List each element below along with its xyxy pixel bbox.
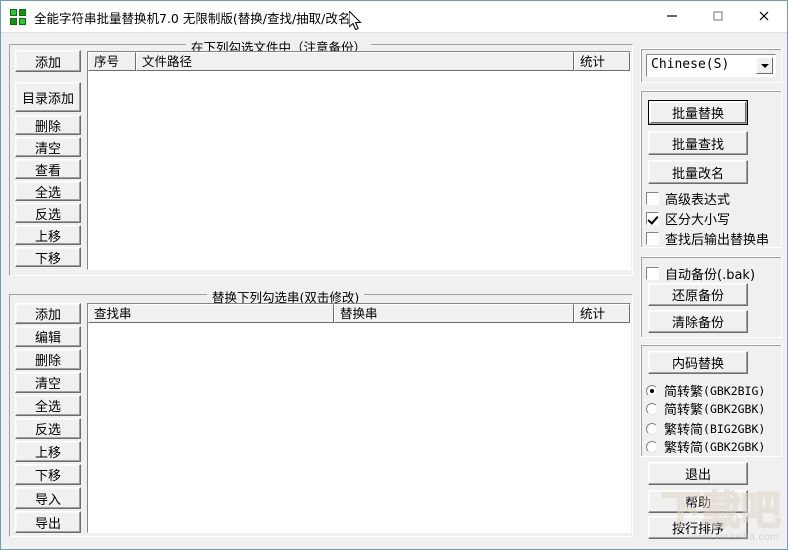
encoding-radio-gbk2gbk-s2t-code: (GBK2GBK) xyxy=(703,401,766,416)
string-move-down-button[interactable]: 下移 xyxy=(15,464,81,485)
radio-circle xyxy=(646,440,658,453)
chevron-down-icon[interactable] xyxy=(756,57,773,74)
option-auto-backup-label: 自动备份(.bak) xyxy=(665,268,756,283)
option-output-after-find[interactable]: 查找后输出替换串 xyxy=(646,229,769,248)
language-select[interactable]: Chinese(S) xyxy=(646,54,776,77)
option-case-sensitive[interactable]: 区分大小写 xyxy=(646,209,730,228)
encoding-radio-big2gbk[interactable]: 繁转简 (BIG2GBK) xyxy=(646,419,765,438)
file-add-button[interactable]: 添加 xyxy=(15,50,81,72)
encoding-radio-gbk2gbk-t2s-code: (GBK2GBK) xyxy=(703,439,766,454)
batch-replace-button[interactable]: 批量替换 xyxy=(648,100,748,125)
string-export-button[interactable]: 导出 xyxy=(15,511,81,533)
encoding-radio-gbk2gbk-t2s[interactable]: 繁转简 (GBK2GBK) xyxy=(646,437,765,456)
exit-button[interactable]: 退出 xyxy=(648,462,748,485)
replace-list-body[interactable] xyxy=(88,323,630,532)
file-add-folder-button[interactable]: 目录添加 xyxy=(15,82,81,112)
app-clover-icon xyxy=(10,9,26,25)
encoding-radio-gbk2gbk-s2t[interactable]: 简转繁 (GBK2GBK) xyxy=(646,399,765,418)
close-icon[interactable] xyxy=(741,1,787,31)
application-window: 全能字符串批量替换机7.0 无限制版(替换/查找/抽取/改名) 在下列勾选文件中… xyxy=(0,0,788,550)
string-delete-button[interactable]: 删除 xyxy=(15,349,81,370)
file-list-body[interactable] xyxy=(88,71,630,269)
encoding-radio-gbk2big-code: (GBK2BIG) xyxy=(703,383,766,398)
encoding-radio-big2gbk-cn: 繁转简 xyxy=(664,423,704,438)
file-column-count[interactable]: 统计 xyxy=(574,52,630,71)
maximize-icon[interactable] xyxy=(695,1,741,31)
encoding-radio-gbk2gbk-s2t-cn: 简转繁 xyxy=(664,403,704,418)
file-clear-button[interactable]: 清空 xyxy=(15,137,81,157)
file-delete-button[interactable]: 删除 xyxy=(15,115,81,135)
replace-list[interactable]: 查找串 替换串 统计 xyxy=(87,303,631,533)
string-clear-button[interactable]: 清空 xyxy=(15,372,81,393)
radio-circle xyxy=(646,384,658,397)
file-view-button[interactable]: 查看 xyxy=(15,159,81,179)
file-select-all-button[interactable]: 全选 xyxy=(15,181,81,201)
string-invert-selection-button[interactable]: 反选 xyxy=(15,418,81,439)
encoding-radio-gbk2big-cn: 简转繁 xyxy=(664,385,704,400)
replace-column-find[interactable]: 查找串 xyxy=(88,304,334,323)
clear-backup-button[interactable]: 清除备份 xyxy=(648,310,748,333)
radio-circle xyxy=(646,402,658,415)
file-move-down-button[interactable]: 下移 xyxy=(15,247,81,267)
option-auto-backup[interactable]: 自动备份(.bak) xyxy=(646,264,755,283)
encoding-radio-big2gbk-code: (BIG2GBK) xyxy=(703,421,766,436)
radio-circle xyxy=(646,422,658,435)
string-select-all-button[interactable]: 全选 xyxy=(15,395,81,416)
replace-list-header: 查找串 替换串 统计 xyxy=(88,304,630,323)
file-column-index[interactable]: 序号 xyxy=(88,52,136,71)
option-advanced-expression[interactable]: 高级表达式 xyxy=(646,189,730,208)
replace-column-count[interactable]: 统计 xyxy=(574,304,630,323)
file-move-up-button[interactable]: 上移 xyxy=(15,225,81,245)
batch-rename-button[interactable]: 批量改名 xyxy=(648,160,748,184)
string-edit-button[interactable]: 编辑 xyxy=(15,326,81,347)
restore-backup-button[interactable]: 还原备份 xyxy=(648,283,748,306)
language-select-value: Chinese(S) xyxy=(651,57,730,72)
checkbox-box xyxy=(646,192,659,205)
sort-by-line-button[interactable]: 按行排序 xyxy=(648,516,748,539)
file-list[interactable]: 序号 文件路径 统计 xyxy=(87,51,631,270)
string-import-button[interactable]: 导入 xyxy=(15,487,81,509)
file-list-header: 序号 文件路径 统计 xyxy=(88,52,630,71)
replace-column-replace[interactable]: 替换串 xyxy=(334,304,574,323)
checkbox-box xyxy=(646,267,659,280)
option-case-sensitive-label: 区分大小写 xyxy=(665,213,731,228)
checkbox-box xyxy=(646,212,659,225)
minimize-icon[interactable] xyxy=(649,1,695,31)
help-button[interactable]: 帮助 xyxy=(648,490,748,513)
checkbox-box xyxy=(646,232,659,245)
encoding-radio-gbk2gbk-t2s-cn: 繁转简 xyxy=(664,441,704,456)
title-bar: 全能字符串批量替换机7.0 无限制版(替换/查找/抽取/改名) xyxy=(1,1,787,33)
file-invert-selection-button[interactable]: 反选 xyxy=(15,203,81,223)
string-add-button[interactable]: 添加 xyxy=(15,303,81,324)
encoding-convert-button[interactable]: 内码替换 xyxy=(648,351,748,374)
encoding-radio-gbk2big[interactable]: 简转繁 (GBK2BIG) xyxy=(646,381,765,400)
string-move-up-button[interactable]: 上移 xyxy=(15,441,81,462)
option-output-after-find-label: 查找后输出替换串 xyxy=(665,233,770,248)
batch-replace-label: 批量替换 xyxy=(671,107,724,122)
option-advanced-expression-label: 高级表达式 xyxy=(665,193,731,208)
file-column-path[interactable]: 文件路径 xyxy=(136,52,574,71)
window-title: 全能字符串批量替换机7.0 无限制版(替换/查找/抽取/改名) xyxy=(34,11,356,26)
batch-find-button[interactable]: 批量查找 xyxy=(648,131,748,155)
